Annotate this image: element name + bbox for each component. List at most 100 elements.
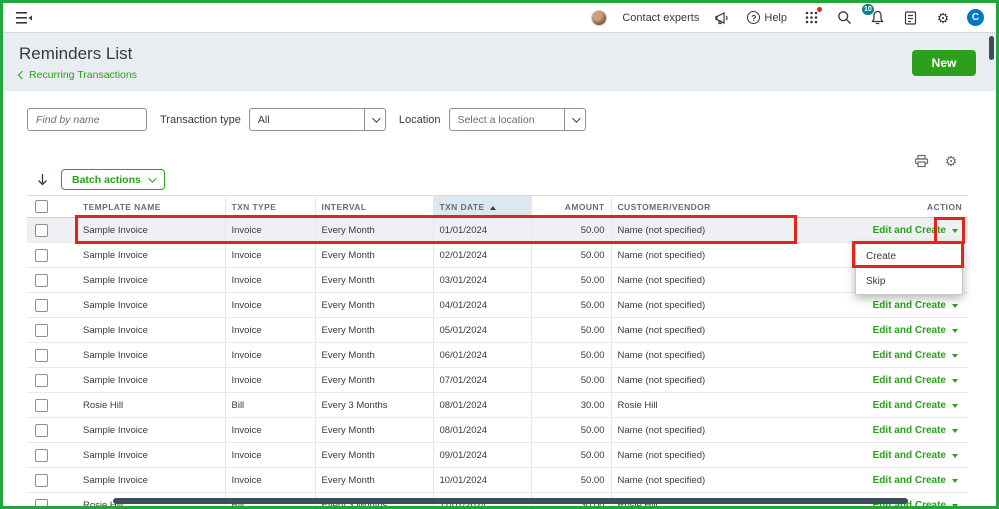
row-checkbox[interactable] <box>35 223 48 237</box>
cell-interval: Every Month <box>315 317 434 343</box>
apps-notification-dot <box>817 6 822 12</box>
row-checkbox[interactable] <box>35 323 48 337</box>
page-title: Reminders List <box>19 44 133 63</box>
col-amount[interactable]: AMOUNT <box>531 195 612 218</box>
row-checkbox[interactable] <box>35 473 48 487</box>
cell-txn-type: Invoice <box>225 292 316 318</box>
cell-txn-type: Bill <box>225 392 316 418</box>
action-dropdown-caret[interactable] <box>952 303 958 308</box>
table-row: Sample Invoice Invoice Every Month 07/01… <box>27 367 968 393</box>
cell-txn-date: 08/01/2024 <box>433 392 532 418</box>
row-checkbox[interactable] <box>35 248 48 262</box>
cell-interval: Every Month <box>315 367 434 393</box>
cell-txn-date: 05/01/2024 <box>433 317 532 343</box>
menu-item-create[interactable]: Create <box>856 244 962 269</box>
action-dropdown-caret[interactable] <box>952 353 958 358</box>
action-dropdown-caret[interactable] <box>952 328 958 333</box>
location-label: Location <box>398 113 441 126</box>
sort-ascending-icon <box>489 205 496 210</box>
select-all-checkbox[interactable] <box>35 200 48 213</box>
edit-and-create-link[interactable]: Edit and Create <box>873 325 946 336</box>
row-checkbox[interactable] <box>35 398 48 412</box>
cell-interval: Every Month <box>315 342 434 368</box>
announcements-icon[interactable] <box>714 9 732 27</box>
new-button[interactable]: New <box>912 50 976 76</box>
action-dropdown-caret[interactable] <box>952 378 958 383</box>
cell-amount: 50.00 <box>531 342 612 368</box>
cell-amount: 50.00 <box>531 442 612 468</box>
help-icon: ? <box>747 11 761 24</box>
table-row: Sample Invoice Invoice Every Month 01/01… <box>27 217 968 243</box>
chevron-down-icon <box>148 173 157 183</box>
cell-template-name: Sample Invoice <box>77 242 226 268</box>
edit-and-create-link[interactable]: Edit and Create <box>873 350 946 361</box>
cell-customer-vendor: Name (not specified) <box>611 467 816 493</box>
location-select[interactable]: Select a location <box>448 108 586 131</box>
row-checkbox[interactable] <box>35 423 48 437</box>
edit-and-create-link[interactable]: Edit and Create <box>873 375 946 386</box>
cell-template-name: Sample Invoice <box>77 267 226 293</box>
batch-actions-button[interactable]: Batch actions <box>61 169 165 190</box>
table-row: Sample Invoice Invoice Every Month 02/01… <box>27 242 968 268</box>
tasks-clipboard-icon[interactable] <box>901 9 919 27</box>
menu-item-skip[interactable]: Skip <box>856 269 962 294</box>
row-checkbox[interactable] <box>35 298 48 312</box>
find-by-name-input[interactable] <box>27 108 147 131</box>
action-dropdown-caret[interactable] <box>952 228 958 233</box>
print-icon[interactable] <box>912 152 930 170</box>
vertical-scrollbar[interactable] <box>989 36 994 60</box>
cell-txn-type: Invoice <box>225 242 316 268</box>
edit-and-create-link[interactable]: Edit and Create <box>873 225 946 236</box>
table-row: Rosie Hill Bill Every 3 Months 08/01/202… <box>27 392 968 418</box>
expert-avatar <box>591 9 608 26</box>
profile-avatar[interactable]: C <box>967 9 984 26</box>
action-dropdown-caret[interactable] <box>952 503 958 506</box>
notification-count-badge: 10 <box>861 3 875 16</box>
edit-and-create-link[interactable]: Edit and Create <box>873 300 946 311</box>
edit-and-create-link[interactable]: Edit and Create <box>873 425 946 436</box>
cell-interval: Every Month <box>315 292 434 318</box>
col-interval[interactable]: INTERVAL <box>315 195 434 218</box>
edit-and-create-link[interactable]: Edit and Create <box>873 400 946 411</box>
apps-grid-icon[interactable] <box>802 6 822 27</box>
horizontal-scrollbar[interactable] <box>113 498 908 504</box>
action-dropdown-caret[interactable] <box>952 478 958 483</box>
row-checkbox[interactable] <box>35 273 48 287</box>
help-menu[interactable]: ? Help <box>747 11 787 24</box>
cell-customer-vendor: Rosie Hill <box>611 392 816 418</box>
settings-gear-icon[interactable]: ⚙ <box>934 9 952 27</box>
cell-txn-date: 10/01/2024 <box>433 467 532 493</box>
row-checkbox[interactable] <box>35 498 48 506</box>
cell-interval: Every Month <box>315 267 434 293</box>
cell-txn-type: Invoice <box>225 217 316 243</box>
contact-experts-link[interactable]: Contact experts <box>622 12 699 24</box>
cell-amount: 50.00 <box>531 242 612 268</box>
search-icon[interactable] <box>835 9 853 27</box>
col-action: ACTION <box>816 195 968 218</box>
back-to-recurring-transactions-link[interactable]: Recurring Transactions <box>17 69 980 81</box>
edit-and-create-link[interactable]: Edit and Create <box>873 475 946 486</box>
action-dropdown-caret[interactable] <box>952 403 958 408</box>
cell-txn-type: Invoice <box>225 267 316 293</box>
cell-amount: 50.00 <box>531 467 612 493</box>
cell-customer-vendor: Name (not specified) <box>611 267 816 293</box>
notifications-bell-icon[interactable]: 10 <box>861 3 886 27</box>
table-settings-gear-icon[interactable]: ⚙ <box>942 152 960 170</box>
col-txn-date[interactable]: TXN DATE <box>433 195 532 218</box>
cell-template-name: Sample Invoice <box>77 467 226 493</box>
cell-customer-vendor: Name (not specified) <box>611 442 816 468</box>
col-txn-type[interactable]: TXN TYPE <box>225 195 316 218</box>
cell-customer-vendor: Name (not specified) <box>611 292 816 318</box>
col-template-name[interactable]: TEMPLATE NAME <box>77 195 226 218</box>
cell-customer-vendor: Name (not specified) <box>611 217 816 243</box>
edit-and-create-link[interactable]: Edit and Create <box>873 450 946 461</box>
col-customer-vendor[interactable]: CUSTOMER/VENDOR <box>611 195 816 218</box>
menu-toggle-icon[interactable] <box>15 9 33 27</box>
sort-order-icon[interactable] <box>33 171 51 189</box>
action-dropdown-caret[interactable] <box>952 453 958 458</box>
row-checkbox[interactable] <box>35 448 48 462</box>
action-dropdown-caret[interactable] <box>952 428 958 433</box>
row-checkbox[interactable] <box>35 348 48 362</box>
transaction-type-select[interactable]: All <box>248 108 386 131</box>
row-checkbox[interactable] <box>35 373 48 387</box>
